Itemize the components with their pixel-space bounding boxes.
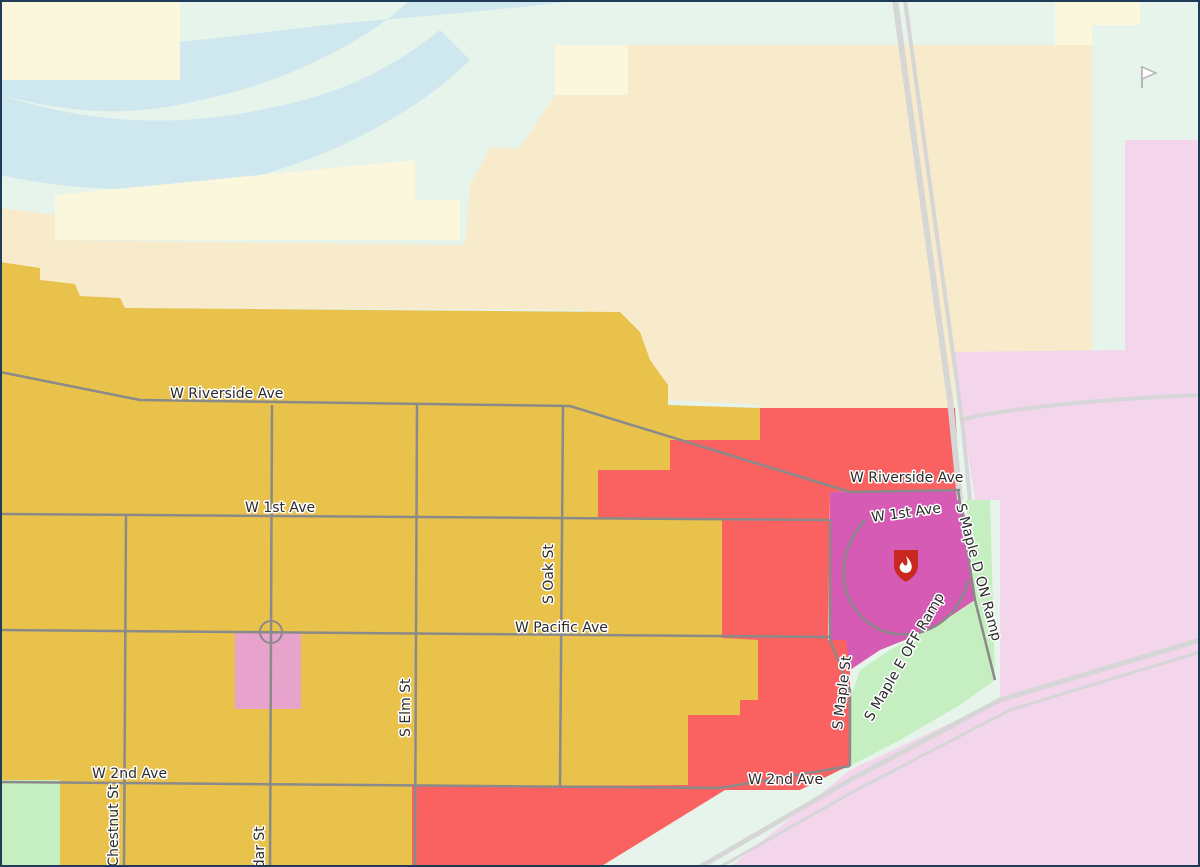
map-canvas[interactable]: W Riverside Ave W Riverside Ave W 1st Av… [0,0,1200,867]
light-beige-zone-top [555,45,628,95]
pink-parcel [235,633,301,709]
green-zone-sw [0,780,60,867]
label-s-chestnut-st: S Chestnut St [106,784,122,867]
label-w-riverside-ave-east: W Riverside Ave [850,470,963,486]
label-s-cedar-st: S Cedar St [252,826,268,867]
label-w-pacific-ave: W Pacific Ave [515,620,608,636]
label-w-2nd-ave-west: W 2nd Ave [92,766,167,782]
label-w-2nd-ave-east: W 2nd Ave [748,772,823,788]
light-beige-zone-north [0,0,180,80]
label-w-1st-ave-west: W 1st Ave [245,500,315,516]
label-w-riverside-ave-west: W Riverside Ave [170,386,283,402]
label-s-oak-st: S Oak St [541,544,557,604]
label-s-elm-st: S Elm St [398,678,414,737]
